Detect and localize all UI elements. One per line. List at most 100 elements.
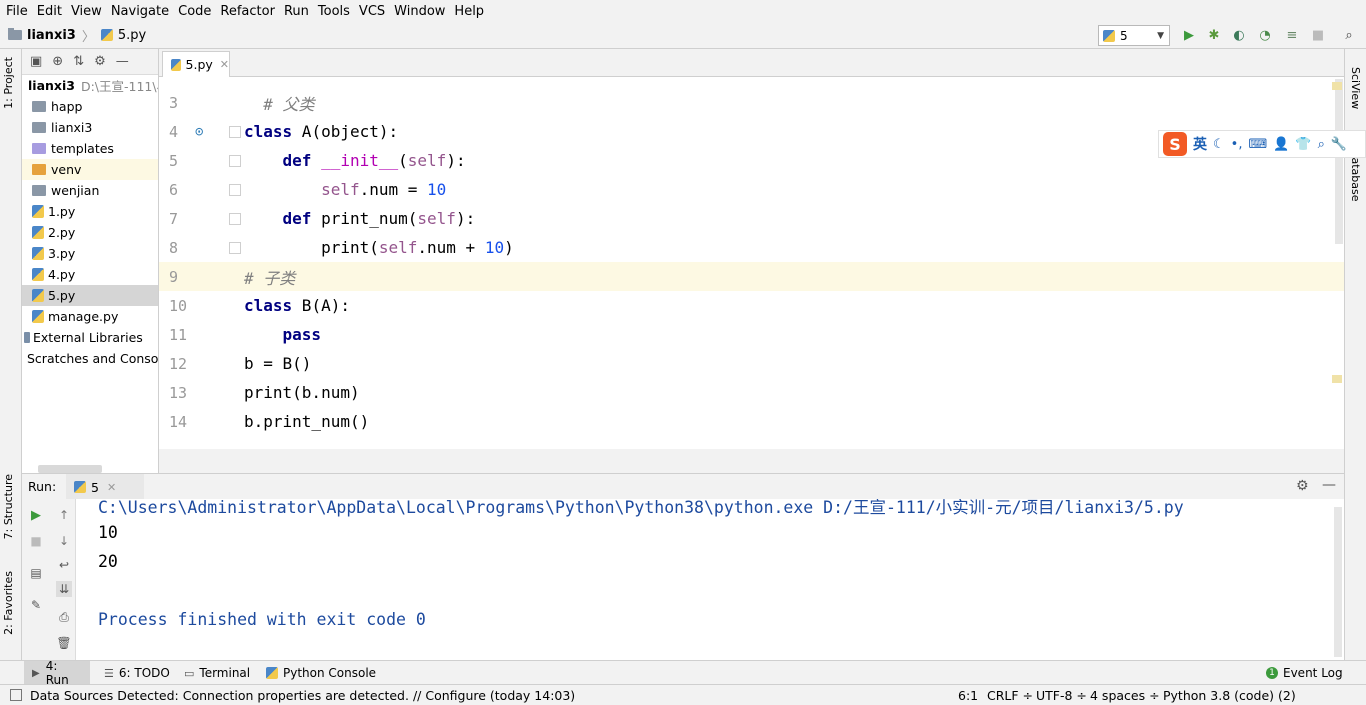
fold-marker-icon[interactable]: [229, 212, 241, 225]
sogou-logo-icon[interactable]: S: [1163, 132, 1187, 156]
tree-item[interactable]: venv: [22, 159, 158, 180]
profile-icon[interactable]: ◔: [1257, 27, 1273, 43]
minimize-icon[interactable]: —: [1322, 477, 1336, 493]
tree-item[interactable]: lianxi3: [22, 117, 158, 138]
code-line[interactable]: 13 print(b.num): [159, 378, 1344, 407]
menu-edit[interactable]: Edit: [37, 4, 62, 19]
menu-code[interactable]: Code: [178, 4, 211, 19]
breadcrumb-file[interactable]: 5.py: [118, 28, 146, 43]
tree-item[interactable]: 2.py: [22, 222, 158, 243]
tool-tab-favorites[interactable]: 2: Favorites: [2, 571, 15, 635]
menu-tools[interactable]: Tools: [318, 4, 350, 19]
tree-item[interactable]: 1.py: [22, 201, 158, 222]
rerun-icon[interactable]: ▶: [28, 507, 44, 523]
code-line[interactable]: 7 def print_num(self):: [159, 204, 1344, 233]
code-line[interactable]: 3 # 父类: [159, 88, 1344, 117]
tool-tab-project[interactable]: 1: Project: [2, 57, 15, 109]
menu-file[interactable]: File: [6, 4, 28, 19]
menu-help[interactable]: Help: [454, 4, 484, 19]
tree-item[interactable]: templates: [22, 138, 158, 159]
run-configuration-select[interactable]: 5 ▼: [1098, 25, 1170, 46]
up-arrow-icon[interactable]: ↑: [56, 507, 72, 523]
code-line[interactable]: 14 b.print_num(): [159, 407, 1344, 436]
print-icon[interactable]: ⎙: [56, 609, 72, 625]
tree-item[interactable]: 3.py: [22, 243, 158, 264]
concurrency-icon[interactable]: ≡: [1284, 27, 1300, 43]
code-line[interactable]: 12 b = B(): [159, 349, 1344, 378]
punctuation-icon[interactable]: •,: [1231, 137, 1243, 152]
scrollbar-marker[interactable]: [1332, 82, 1342, 90]
ime-language[interactable]: 英: [1193, 134, 1207, 154]
gear-icon[interactable]: ⚙: [1296, 478, 1309, 494]
project-view-icon[interactable]: ▣: [30, 54, 42, 69]
fold-marker-icon[interactable]: [229, 241, 241, 254]
close-icon[interactable]: ✕: [107, 481, 116, 494]
scroll-to-end-icon[interactable]: ⇊: [56, 581, 72, 597]
console-scrollbar[interactable]: [1334, 507, 1342, 657]
status-toggle-icon[interactable]: [10, 689, 22, 701]
collapse-icon[interactable]: ⇅: [73, 54, 84, 69]
code-line[interactable]: 9 # 子类: [159, 262, 1344, 291]
search-icon[interactable]: ⌕: [1341, 27, 1357, 43]
close-icon[interactable]: ✕: [220, 58, 229, 71]
tool-tab-run[interactable]: ▶ 4: Run: [24, 659, 90, 687]
tool-tab-sciview[interactable]: SciView: [1349, 67, 1362, 109]
tree-root[interactable]: lianxi3 D:\王宣-111\小: [22, 75, 158, 96]
menu-vcs[interactable]: VCS: [359, 4, 385, 19]
layout-icon[interactable]: ▤: [28, 565, 44, 581]
locate-icon[interactable]: ⊕: [52, 54, 63, 69]
keyboard-icon[interactable]: ⌨: [1248, 137, 1267, 152]
coverage-icon[interactable]: ◐: [1231, 27, 1247, 43]
stop-icon[interactable]: ■: [28, 533, 44, 549]
python-interpreter[interactable]: Python 3.8 (code) (2): [1163, 688, 1296, 703]
menu-run[interactable]: Run: [284, 4, 309, 19]
line-separator[interactable]: CRLF ÷: [987, 688, 1033, 703]
minimize-icon[interactable]: —: [116, 54, 129, 69]
override-gutter-icon[interactable]: ⊙: [195, 124, 203, 140]
scrollbar-marker[interactable]: [1332, 375, 1342, 383]
tree-item[interactable]: wenjian: [22, 180, 158, 201]
indentation[interactable]: 4 spaces ÷: [1090, 688, 1160, 703]
gear-icon[interactable]: ⚙: [94, 54, 106, 69]
down-arrow-icon[interactable]: ↓: [56, 533, 72, 549]
pin-icon[interactable]: ✎: [28, 597, 44, 613]
code-line[interactable]: 8 print(self.num + 10): [159, 233, 1344, 262]
tree-item[interactable]: 5.py: [22, 285, 158, 306]
run-console[interactable]: C:\Users\Administrator\AppData\Local\Pro…: [76, 499, 1344, 660]
trash-icon[interactable]: 🗑: [56, 635, 72, 651]
debug-icon[interactable]: ✱: [1206, 27, 1222, 43]
run-icon[interactable]: ▶: [1181, 27, 1197, 43]
wrench-icon[interactable]: 🔧: [1331, 137, 1347, 152]
menu-navigate[interactable]: Navigate: [111, 4, 169, 19]
fold-marker-icon[interactable]: [229, 183, 241, 196]
menu-refactor[interactable]: Refactor: [220, 4, 275, 19]
tree-item[interactable]: manage.py: [22, 306, 158, 327]
breadcrumb-project[interactable]: lianxi3: [27, 28, 76, 43]
tool-tab-structure[interactable]: 7: Structure: [2, 474, 15, 539]
code-line[interactable]: 11 pass: [159, 320, 1344, 349]
user-icon[interactable]: 👤: [1273, 137, 1289, 152]
tree-item[interactable]: happ: [22, 96, 158, 117]
tree-item[interactable]: 4.py: [22, 264, 158, 285]
tool-tab-todo[interactable]: ☰ 6: TODO: [96, 661, 178, 685]
tool-tab-python-console[interactable]: Python Console: [258, 661, 384, 685]
soft-wrap-icon[interactable]: ↩: [56, 557, 72, 573]
code-line[interactable]: 10 class B(A):: [159, 291, 1344, 320]
fold-marker-icon[interactable]: [229, 125, 241, 138]
run-tab[interactable]: 5 ✕: [66, 474, 144, 500]
horizontal-scrollbar[interactable]: [38, 465, 102, 473]
tool-tab-event-log[interactable]: 1 Event Log: [1258, 661, 1351, 685]
menu-window[interactable]: Window: [394, 4, 445, 19]
editor-tab-5py[interactable]: 5.py ✕: [162, 51, 230, 77]
moon-icon[interactable]: ☾: [1213, 137, 1225, 152]
caret-position[interactable]: 6:1: [958, 688, 978, 703]
stop-icon[interactable]: ■: [1310, 27, 1326, 43]
search-icon[interactable]: ⌕: [1318, 137, 1325, 152]
status-message[interactable]: Data Sources Detected: Connection proper…: [30, 688, 575, 703]
shirt-icon[interactable]: 👕: [1295, 137, 1311, 152]
file-encoding[interactable]: UTF-8 ÷: [1036, 688, 1087, 703]
tree-scratches[interactable]: Scratches and Console: [22, 348, 158, 369]
menu-view[interactable]: View: [71, 4, 102, 19]
tool-tab-terminal[interactable]: ▭ Terminal: [176, 661, 258, 685]
fold-marker-icon[interactable]: [229, 154, 241, 167]
